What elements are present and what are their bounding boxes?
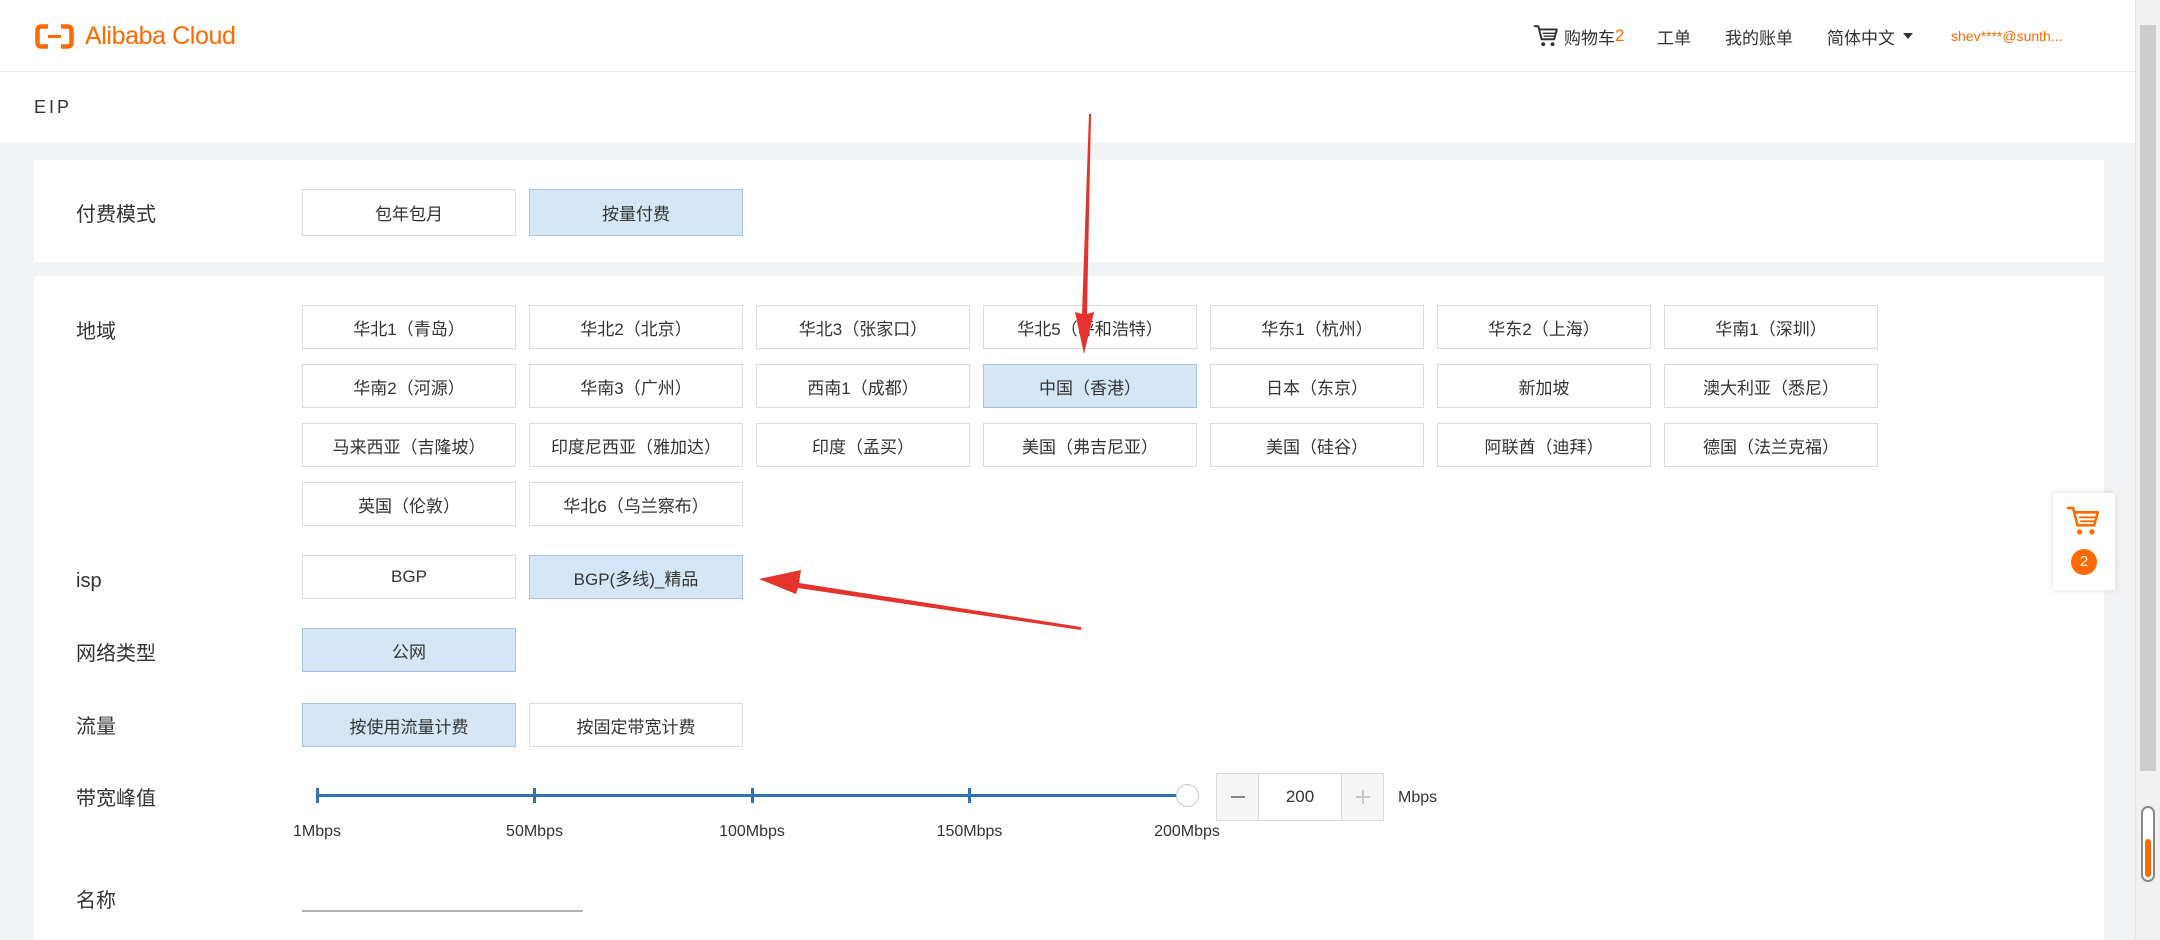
network-type-label: 网络类型 — [76, 643, 156, 665]
floating-cart-count-badge: 2 — [2071, 549, 2097, 575]
top-navigation-bar: Alibaba Cloud 购物车 2 工单 我的账单 简体中文 shev***… — [0, 0, 2135, 72]
slider-tick-2 — [533, 788, 536, 803]
billing-mode-option-1[interactable]: 包年包月 — [302, 189, 516, 236]
billing-mode-panel: 付费模式 包年包月 按量付费 — [34, 160, 2104, 262]
region-label: 地域 — [76, 321, 116, 343]
region-options: 华北1（青岛） 华北2（北京） 华北3（张家口） 华北5（呼和浩特） 华东1（杭州） 华东… — [302, 305, 1878, 526]
slider-tick-3 — [750, 788, 754, 803]
bandwidth-slider[interactable]: 1Mbps 50Mbps 100Mbps 150Mbps 200Mbps — [293, 773, 1220, 843]
slider-mark-label-2: 50Mbps — [506, 823, 563, 840]
network-type-options: 公网 — [302, 628, 1878, 672]
page-scrollbar[interactable] — [2135, 0, 2160, 940]
cart-count-badge: 2 — [1615, 26, 1625, 45]
region-option-11[interactable]: 中国（香港） — [983, 364, 1197, 408]
bandwidth-label: 带宽峰值 — [76, 788, 156, 810]
isp-options: BGP BGP(多线)_精品 — [302, 555, 1878, 599]
cart-icon — [1533, 24, 1560, 48]
region-option-5[interactable]: 华东1（杭州） — [1210, 305, 1424, 349]
region-option-2[interactable]: 华北2（北京） — [529, 305, 743, 349]
region-option-23[interactable]: 华北6（乌兰察布） — [529, 482, 743, 526]
region-option-18[interactable]: 美国（弗吉尼亚） — [983, 423, 1197, 467]
configuration-panel: 地域 华北1（青岛） 华北2（北京） 华北3（张家口） 华北5（呼和浩特） 华东1（杭州… — [34, 276, 2104, 940]
traffic-label: 流量 — [76, 716, 116, 738]
minus-icon[interactable] — [1217, 774, 1259, 820]
scroll-position-indicator-fill — [2145, 839, 2151, 877]
slider-mark-label-3: 100Mbps — [719, 823, 785, 840]
region-option-14[interactable]: 澳大利亚（悉尼） — [1664, 364, 1878, 408]
network-type-option-1[interactable]: 公网 — [302, 628, 516, 672]
isp-label: isp — [76, 570, 102, 592]
traffic-option-1[interactable]: 按使用流量计费 — [302, 703, 516, 747]
region-option-6[interactable]: 华东2（上海） — [1437, 305, 1651, 349]
region-option-9[interactable]: 华南3（广州） — [529, 364, 743, 408]
region-option-20[interactable]: 阿联酋（迪拜） — [1437, 423, 1651, 467]
region-option-17[interactable]: 印度（孟买） — [756, 423, 970, 467]
scroll-position-indicator — [2141, 806, 2155, 882]
alibaba-cloud-logo-icon — [34, 23, 75, 50]
region-option-10[interactable]: 西南1（成都） — [756, 364, 970, 408]
alibaba-cloud-logo[interactable]: Alibaba Cloud — [34, 0, 236, 72]
slider-tick-1 — [315, 788, 319, 803]
slider-mark-label-1: 1Mbps — [292, 823, 342, 840]
slider-handle[interactable] — [1175, 784, 1199, 807]
slider-mark-label-5: 200Mbps — [1154, 823, 1220, 840]
region-option-7[interactable]: 华南1（深圳） — [1664, 305, 1878, 349]
traffic-options: 按使用流量计费 按固定带宽计费 — [302, 703, 1878, 747]
page-title-bar: EIP — [0, 72, 2135, 143]
cart-label: 购物车 — [1564, 28, 1615, 48]
region-option-13[interactable]: 新加坡 — [1437, 364, 1651, 408]
bandwidth-value-input[interactable]: 200 — [1259, 774, 1341, 820]
language-label: 简体中文 — [1827, 28, 1895, 48]
page-title: EIP — [34, 97, 73, 117]
region-option-3[interactable]: 华北3（张家口） — [756, 305, 970, 349]
cart-icon — [2066, 505, 2102, 537]
bandwidth-stepper: 200 — [1216, 773, 1384, 821]
isp-option-1[interactable]: BGP — [302, 555, 516, 599]
isp-option-2[interactable]: BGP(多线)_精品 — [529, 555, 743, 599]
region-option-15[interactable]: 马来西亚（吉隆坡） — [302, 423, 516, 467]
region-option-4[interactable]: 华北5（呼和浩特） — [983, 305, 1197, 349]
scrollbar-thumb[interactable] — [2140, 25, 2156, 771]
region-option-16[interactable]: 印度尼西亚（雅加达） — [529, 423, 743, 467]
name-label: 名称 — [76, 890, 116, 912]
floating-cart-button[interactable]: 2 — [2053, 493, 2115, 590]
slider-mark-label-4: 150Mbps — [936, 823, 1003, 840]
plus-icon[interactable] — [1341, 774, 1383, 820]
ticket-link[interactable]: 工单 — [1657, 0, 1691, 72]
region-option-12[interactable]: 日本（东京） — [1210, 364, 1424, 408]
billing-mode-options: 包年包月 按量付费 — [302, 189, 1878, 236]
traffic-option-2[interactable]: 按固定带宽计费 — [529, 703, 743, 747]
slider-tick-4 — [968, 788, 971, 803]
caret-down-icon — [1903, 33, 1913, 39]
region-option-1[interactable]: 华北1（青岛） — [302, 305, 516, 349]
name-input[interactable] — [302, 910, 583, 938]
region-option-19[interactable]: 美国（硅谷） — [1210, 423, 1424, 467]
user-account-menu[interactable]: shev****@sunth... — [1951, 0, 2063, 72]
language-selector[interactable]: 简体中文 — [1827, 0, 1913, 72]
billing-mode-option-2[interactable]: 按量付费 — [529, 189, 743, 236]
region-option-8[interactable]: 华南2（河源） — [302, 364, 516, 408]
region-option-22[interactable]: 英国（伦敦） — [302, 482, 516, 526]
cart-link[interactable]: 购物车 2 — [1533, 0, 1624, 72]
billing-link[interactable]: 我的账单 — [1725, 0, 1793, 72]
region-option-21[interactable]: 德国（法兰克福） — [1664, 423, 1878, 467]
bandwidth-unit: Mbps — [1398, 789, 1438, 806]
billing-mode-label: 付费模式 — [76, 204, 156, 226]
logo-text: Alibaba Cloud — [85, 21, 236, 50]
